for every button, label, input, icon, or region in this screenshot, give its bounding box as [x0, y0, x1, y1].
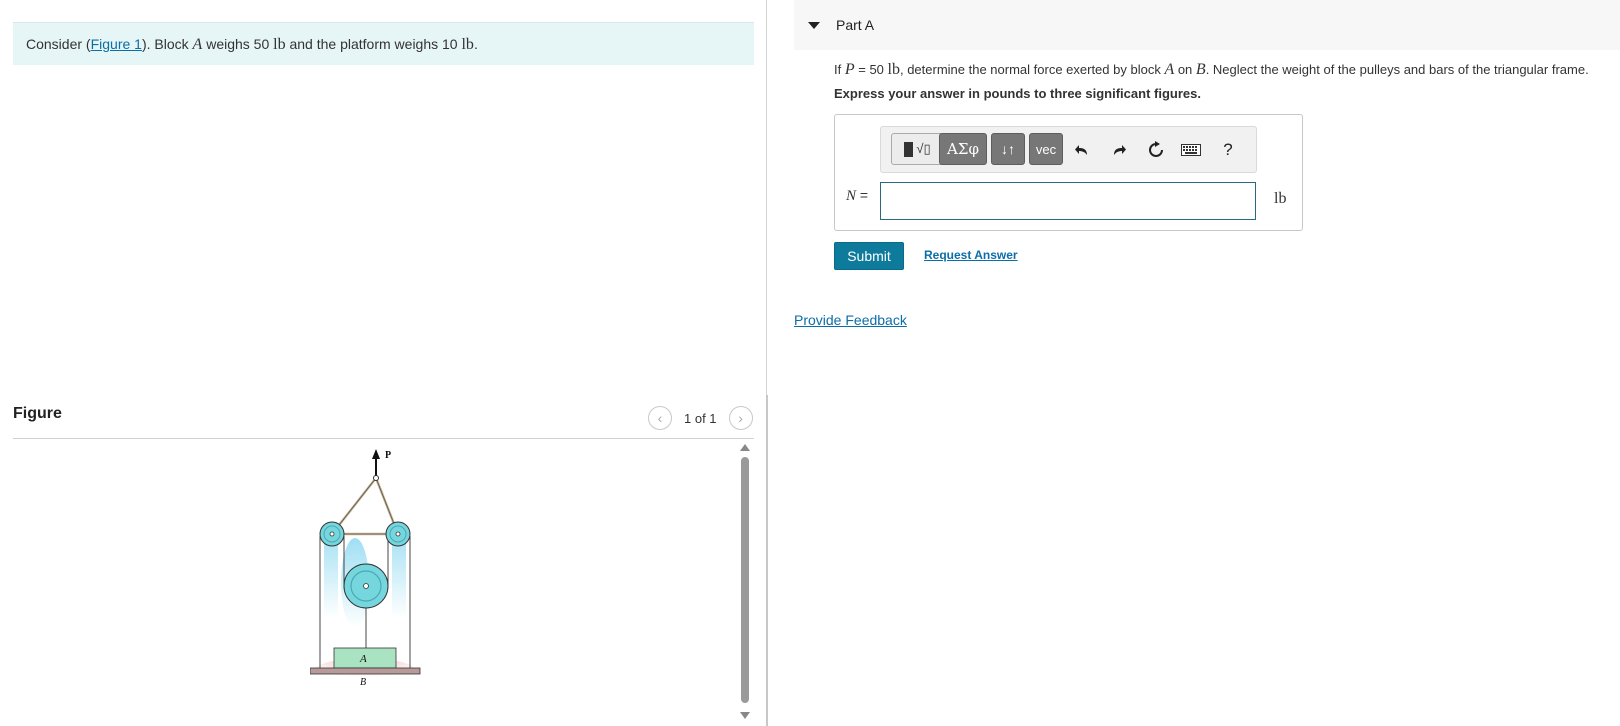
greek-symbols-button[interactable]: ΑΣφ [939, 133, 987, 165]
fraction-sqrt-button[interactable]: √▯ [891, 133, 944, 165]
label-p: P [385, 450, 391, 461]
chevron-right-icon[interactable]: › [728, 406, 753, 430]
scroll-up-icon[interactable] [740, 444, 750, 451]
scroll-down-icon[interactable] [740, 712, 750, 719]
help-icon: ? [1223, 140, 1233, 159]
part-a-header[interactable]: Part A [794, 0, 1620, 50]
figure-scrollbar[interactable] [737, 442, 753, 726]
figure-title: Figure [13, 405, 62, 422]
math-toolbar: √▯ ΑΣφ ↓↑ vec ? [880, 126, 1257, 173]
symbol-a: A [1164, 61, 1175, 78]
symbol-b: B [1195, 61, 1206, 78]
question-fragment: If [834, 62, 845, 77]
figure-divider [13, 438, 754, 439]
question-fragment: on [1174, 62, 1196, 77]
answer-instruction: Express your answer in pounds to three s… [834, 86, 1201, 101]
app-root: Consider (Figure 1). Block A weighs 50 l… [0, 0, 1620, 726]
question-fragment: = 50 [854, 62, 888, 77]
answer-label: N = [846, 187, 868, 205]
intro-text: weighs 50 [202, 36, 274, 52]
label-b: B [360, 677, 366, 688]
unit-lb: lb [887, 61, 900, 78]
pane-divider-handle[interactable] [766, 395, 768, 726]
scroll-thumb[interactable] [741, 457, 749, 703]
answer-input[interactable] [880, 182, 1256, 220]
pulley-figure: P A B [310, 449, 421, 690]
answer-unit: lb [1274, 190, 1287, 207]
chevron-left-icon[interactable]: ‹ [648, 406, 672, 430]
symbol-n: N [846, 188, 857, 204]
vec-icon: vec [1035, 141, 1057, 157]
answer-box: √▯ ΑΣφ ↓↑ vec ? N = lb [834, 114, 1303, 231]
figure-pager: ‹ 1 of 1 › [648, 406, 753, 430]
unit-lb: lb [273, 36, 286, 53]
label-a: A [359, 653, 367, 665]
left-pane: Consider (Figure 1). Block A weighs 50 l… [0, 0, 766, 726]
pager-count: 1 of 1 [684, 410, 717, 426]
help-button[interactable]: ? [1217, 139, 1239, 161]
pin-top [373, 475, 379, 481]
part-title: Part A [836, 17, 875, 33]
symbol-p: P [844, 61, 855, 78]
triangular-frame [331, 477, 400, 536]
arrows-icon: ↓↑ [1001, 141, 1015, 157]
intro-text: and the platform weighs 10 [285, 36, 462, 52]
equals-sign: = [856, 187, 869, 203]
platform-b [310, 667, 421, 675]
provide-feedback-link[interactable]: Provide Feedback [794, 312, 907, 328]
question-text: If P = 50 lb, determine the normal force… [834, 60, 1589, 80]
question-fragment: . Neglect the weight of the pulleys and … [1205, 62, 1589, 77]
intro-text: . [473, 36, 478, 52]
fraction-sqrt-icon: √▯ [916, 141, 931, 156]
reset-icon[interactable] [1145, 139, 1167, 161]
question-fragment: , determine the normal force exerted by … [899, 62, 1165, 77]
caret-down-icon[interactable] [808, 21, 820, 29]
undo-icon[interactable] [1071, 139, 1093, 161]
intro-text: ). Block [141, 36, 193, 52]
submit-button[interactable]: Submit [834, 242, 904, 270]
block-a-symbol: A [192, 36, 203, 53]
vector-button[interactable]: vec [1029, 133, 1063, 165]
keyboard-icon[interactable] [1180, 139, 1202, 161]
arrow-head [372, 449, 380, 459]
figure-link[interactable]: Figure 1 [91, 36, 142, 52]
subscript-superscript-button[interactable]: ↓↑ [991, 133, 1025, 165]
unit-lb: lb [461, 36, 474, 53]
redo-icon[interactable] [1108, 139, 1130, 161]
intro-text: Consider ( [26, 36, 91, 52]
request-answer-link[interactable]: Request Answer [924, 248, 1018, 262]
intro-statement: Consider (Figure 1). Block A weighs 50 l… [13, 22, 754, 65]
greek-icon: ΑΣφ [947, 140, 979, 158]
